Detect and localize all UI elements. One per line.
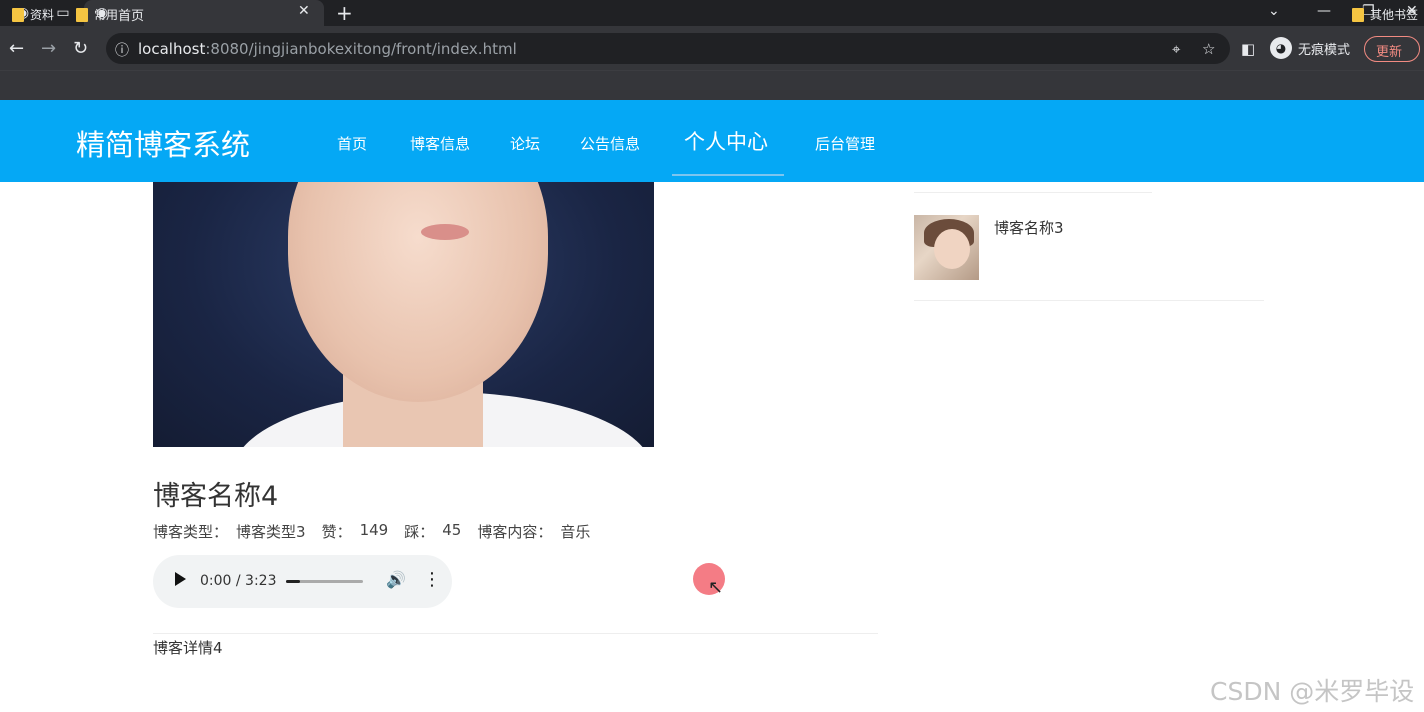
bookmark-folder-changyong[interactable]: 常用 <box>76 6 118 23</box>
type-value: 博客类型3 <box>236 523 306 541</box>
mouse-cursor-icon: ↖ <box>708 577 724 598</box>
tab-search-chevron-icon[interactable]: ⌄ <box>1268 3 1280 19</box>
volume-icon[interactable]: 🔊 <box>386 570 406 589</box>
nav-forum[interactable]: 论坛 <box>510 133 540 154</box>
tab-title[interactable]: 首页 <box>118 5 144 24</box>
reload-icon[interactable]: ↻ <box>73 38 88 59</box>
incognito-icon: ◕ <box>1270 37 1292 59</box>
tab-close-icon[interactable]: ✕ <box>298 3 310 19</box>
folder-icon <box>1352 7 1364 22</box>
play-icon[interactable] <box>175 572 186 586</box>
blog-cover-image <box>153 182 654 447</box>
sidebar-item-thumbnail[interactable] <box>914 215 979 280</box>
update-button[interactable]: 更新 <box>1364 36 1420 62</box>
divider <box>153 633 878 634</box>
side-panel-icon[interactable]: ◧ <box>1241 40 1255 58</box>
sidebar-divider <box>914 300 1264 301</box>
content-label: 博客内容： <box>477 523 553 541</box>
folder-icon <box>76 7 88 22</box>
bookmark-folder-ziliao[interactable]: 资料 <box>12 6 54 23</box>
like-label: 赞： <box>321 523 352 541</box>
new-tab-icon[interactable]: + <box>336 1 353 25</box>
more-options-icon[interactable]: ⋮ <box>423 569 441 590</box>
dislike-label: 踩： <box>404 523 435 541</box>
bookmarks-bar <box>0 70 1424 100</box>
incognito-label: 无痕模式 <box>1298 42 1351 58</box>
type-label: 博客类型： <box>153 523 229 541</box>
folder-icon <box>12 7 24 22</box>
watermark: CSDN @米罗毕设 <box>1210 677 1415 706</box>
back-icon[interactable]: ← <box>9 38 24 59</box>
blocked-popup-icon[interactable]: ⌖ <box>1172 40 1180 58</box>
audio-time: 0:00 / 3:23 <box>200 573 277 589</box>
site-info-icon[interactable]: ⓘ <box>115 40 129 60</box>
nav-home[interactable]: 首页 <box>337 133 367 154</box>
content-value: 音乐 <box>560 523 591 541</box>
forward-icon[interactable]: → <box>41 38 56 59</box>
sidebar-divider <box>914 192 1152 193</box>
other-bookmarks[interactable]: 其他书签 <box>1352 6 1418 23</box>
blog-title: 博客名称4 <box>153 481 279 512</box>
minimize-icon[interactable]: — <box>1317 3 1331 19</box>
sidebar-item-name[interactable]: 博客名称3 <box>994 217 1064 238</box>
nav-announcements[interactable]: 公告信息 <box>580 133 640 154</box>
blog-meta: 博客类型： 博客类型3 赞： 149 踩： 45 博客内容： 音乐 <box>153 521 590 542</box>
nav-admin[interactable]: 后台管理 <box>815 133 875 154</box>
blog-detail: 博客详情4 <box>153 639 223 657</box>
dislike-count: 45 <box>442 521 462 539</box>
bookmark-star-icon[interactable]: ☆ <box>1202 40 1215 58</box>
nav-blog-info[interactable]: 博客信息 <box>410 133 470 154</box>
nav-personal-center[interactable]: 个人中心 <box>684 126 768 156</box>
audio-player: 0:00 / 3:23 🔊 ⋮ <box>153 555 452 608</box>
window-icon[interactable]: ▭ <box>54 4 72 22</box>
nav-active-indicator <box>672 174 784 176</box>
incognito-indicator[interactable]: ◕ 无痕模式 <box>1270 37 1350 59</box>
site-logo[interactable]: 精简博客系统 <box>76 122 250 164</box>
audio-seek-slider[interactable] <box>286 580 363 583</box>
url-text[interactable]: localhost:8080/jingjianbokexitong/front/… <box>138 40 517 58</box>
like-count: 149 <box>359 521 389 539</box>
